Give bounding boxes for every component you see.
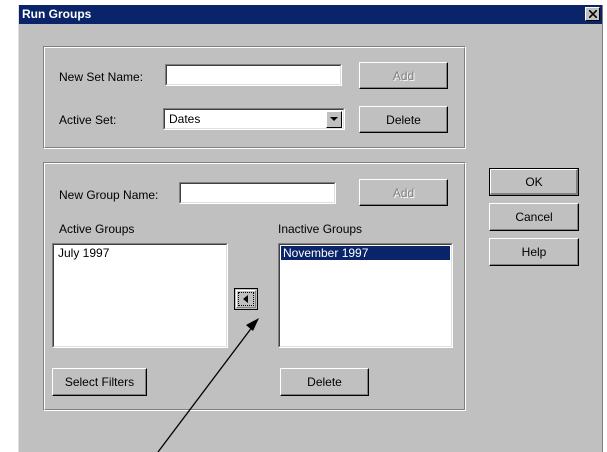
annotation-arrow	[157, 318, 259, 452]
